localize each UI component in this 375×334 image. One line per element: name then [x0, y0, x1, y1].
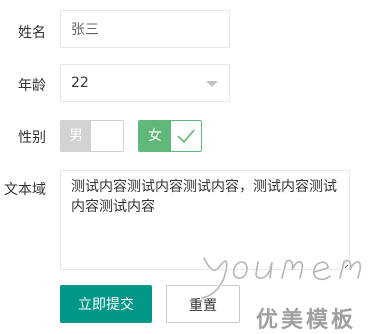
name-input[interactable] [61, 11, 229, 47]
name-field-wrapper [60, 10, 230, 48]
age-select[interactable]: 22 [60, 64, 230, 102]
watermark-brand-text: 优美模板 [256, 308, 357, 333]
bio-textarea[interactable]: 测试内容测试内容测试内容，测试内容测试内容测试内容 [61, 171, 349, 269]
gender-radio-male[interactable]: 男 [60, 120, 124, 152]
bio-textarea-wrapper: 测试内容测试内容测试内容，测试内容测试内容测试内容 [60, 170, 350, 270]
gender-radio-female[interactable]: 女 [138, 120, 202, 152]
name-label: 姓名 [18, 25, 46, 41]
caret-down-icon [206, 81, 218, 87]
checkmark-icon [177, 129, 195, 144]
gender-radio-female-label: 女 [139, 121, 171, 151]
gender-label: 性别 [18, 130, 46, 146]
reset-button[interactable]: 重置 [166, 285, 240, 323]
age-select-value: 22 [71, 75, 89, 91]
bio-label: 文本域 [4, 182, 46, 198]
gender-radio-male-label: 男 [61, 121, 91, 151]
age-label: 年龄 [18, 78, 46, 94]
submit-button[interactable]: 立即提交 [60, 285, 152, 323]
